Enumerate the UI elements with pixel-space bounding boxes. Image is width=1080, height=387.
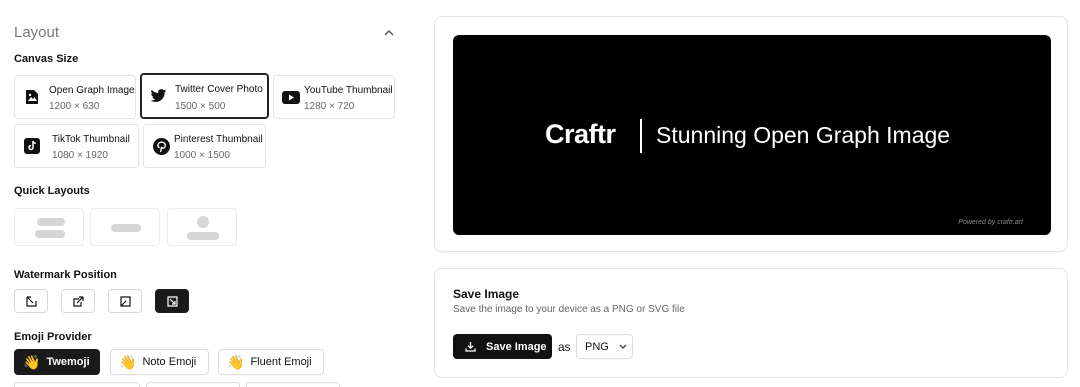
- as-label: as: [558, 340, 571, 354]
- layout-bar: [37, 218, 65, 226]
- save-description: Save the image to your device as a PNG o…: [453, 304, 685, 315]
- pinterest-icon: [152, 137, 170, 155]
- quick-layout-single-line[interactable]: [90, 208, 160, 246]
- canvas-option-size: 1200 × 630: [49, 101, 100, 112]
- save-button-label: Save Image: [486, 340, 547, 353]
- preview-card: Craftr Stunning Open Graph Image Powered…: [434, 16, 1068, 252]
- emoji-option-twemoji[interactable]: 👋 Twemoji: [14, 349, 100, 375]
- watermark-top-left-button[interactable]: [14, 289, 48, 313]
- brand-divider: [640, 119, 642, 153]
- save-card: Save Image Save the image to your device…: [434, 268, 1068, 378]
- save-image-button[interactable]: Save Image: [453, 334, 552, 359]
- quick-layouts-label: Quick Layouts: [14, 185, 90, 197]
- tiktok-icon: [23, 137, 41, 155]
- brand-name: Craftr: [545, 119, 616, 149]
- canvas-option-tiktok[interactable]: TikTok Thumbnail 1080 × 1920: [14, 124, 139, 168]
- canvas-option-name: TikTok Thumbnail: [52, 134, 130, 145]
- format-value: PNG: [585, 340, 609, 353]
- download-icon: [465, 342, 476, 352]
- waving-hand-icon: 👋: [227, 353, 245, 370]
- emoji-option-label: Twemoji: [46, 356, 90, 368]
- arrow-bottom-left-icon: [119, 295, 131, 307]
- emoji-option-cut[interactable]: [246, 382, 340, 387]
- quick-layout-avatar[interactable]: [167, 208, 237, 246]
- quick-layout-two-lines[interactable]: [14, 208, 84, 246]
- image-icon: [23, 88, 41, 106]
- watermark-position-label: Watermark Position: [14, 269, 117, 281]
- layout-avatar: [197, 216, 209, 228]
- chevron-down-icon: [619, 344, 627, 349]
- chevron-up-icon[interactable]: [382, 26, 396, 40]
- tagline: Stunning Open Graph Image: [656, 122, 951, 148]
- canvas-option-name: YouTube Thumbnail: [304, 85, 393, 96]
- save-title: Save Image: [453, 287, 520, 301]
- emoji-option-noto[interactable]: 👋 Noto Emoji: [110, 349, 209, 375]
- emoji-option-cut[interactable]: [14, 382, 140, 387]
- waving-hand-icon: 👋: [23, 353, 41, 370]
- canvas-option-twitter[interactable]: Twitter Cover Photo 1500 × 500: [140, 73, 269, 119]
- canvas-option-size: 1000 × 1500: [174, 150, 230, 161]
- og-image-canvas: Craftr Stunning Open Graph Image Powered…: [453, 35, 1051, 235]
- layout-panel: Layout Canvas Size Open Graph Image 1200…: [0, 0, 410, 387]
- watermark-top-right-button[interactable]: [61, 289, 95, 313]
- layout-bar: [35, 230, 65, 238]
- section-title: Layout: [14, 24, 60, 41]
- emoji-provider-label: Emoji Provider: [14, 331, 92, 343]
- canvas-option-size: 1500 × 500: [175, 101, 226, 112]
- canvas-option-name: Pinterest Thumbnail: [174, 134, 263, 145]
- watermark-bottom-left-button[interactable]: [108, 289, 142, 313]
- watermark-text: Powered by craftr.art: [958, 219, 1023, 226]
- emoji-option-cut[interactable]: [146, 382, 240, 387]
- format-select[interactable]: PNG: [576, 334, 633, 359]
- youtube-icon: [282, 88, 300, 106]
- canvas-option-youtube[interactable]: YouTube Thumbnail 1280 × 720: [273, 75, 395, 119]
- emoji-option-label: Fluent Emoji: [250, 356, 312, 368]
- emoji-option-label: Noto Emoji: [142, 356, 197, 368]
- layout-bar: [187, 232, 219, 240]
- canvas-option-size: 1080 × 1920: [52, 150, 108, 161]
- canvas-size-label: Canvas Size: [14, 53, 79, 65]
- canvas-option-name: Twitter Cover Photo: [175, 84, 263, 95]
- arrow-top-left-icon: [25, 295, 37, 307]
- canvas-option-size: 1280 × 720: [304, 101, 355, 112]
- twitter-icon: [149, 87, 167, 105]
- canvas-option-open-graph[interactable]: Open Graph Image 1200 × 630: [14, 75, 136, 119]
- layout-bar: [111, 224, 141, 232]
- waving-hand-icon: 👋: [119, 353, 137, 370]
- emoji-option-fluent[interactable]: 👋 Fluent Emoji: [218, 349, 324, 375]
- canvas-option-name: Open Graph Image: [49, 85, 135, 96]
- canvas-option-pinterest[interactable]: Pinterest Thumbnail 1000 × 1500: [143, 124, 266, 168]
- arrow-top-right-icon: [72, 295, 84, 307]
- arrow-bottom-right-icon: [166, 295, 178, 307]
- watermark-bottom-right-button[interactable]: [155, 289, 189, 313]
